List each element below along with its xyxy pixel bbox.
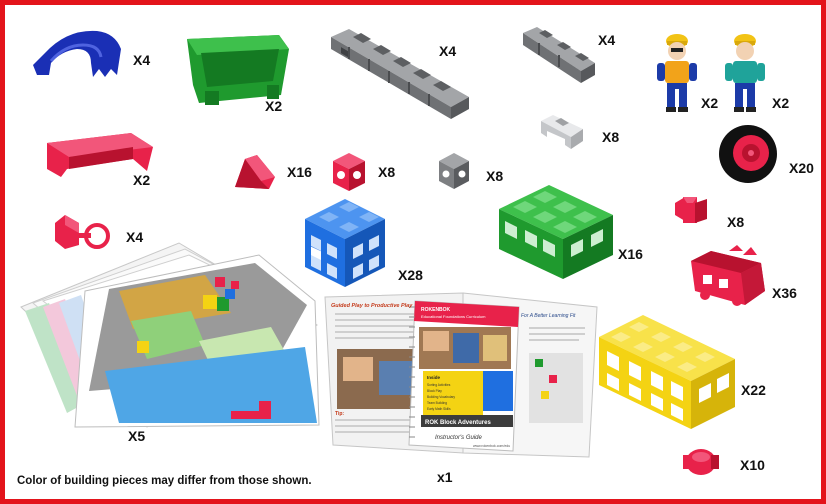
green-bin-piece: [187, 35, 289, 105]
qty-label: X16: [287, 164, 312, 180]
guide-cover-box-title: Inside: [427, 375, 441, 380]
qty-label: X8: [602, 129, 620, 145]
qty-label: X2: [701, 95, 719, 111]
guide-tip-label: Tip:: [335, 411, 344, 417]
gray-small-cube-piece: [439, 153, 469, 189]
qty-label: X2: [265, 98, 283, 114]
qty-label: X28: [398, 267, 423, 283]
qty-label: X8: [727, 214, 745, 230]
guide-right-heading: For A Better Learning Fit: [521, 313, 576, 319]
qty-label: X4: [133, 52, 151, 68]
gray-medium-beam-piece: [523, 27, 595, 83]
green-2x3-block-piece: [499, 185, 613, 279]
white-bridge-piece: [541, 115, 583, 149]
guide-cover-box-item: Building Vocabulary: [427, 395, 455, 399]
guide-cover-box-item: Team Building: [427, 401, 447, 405]
blue-arch-piece: [33, 30, 121, 77]
red-connector-piece: [675, 197, 707, 223]
qty-label: X5: [128, 428, 146, 444]
qty-label: X4: [598, 32, 616, 48]
guide-cover-label: Instructor's Guide: [435, 435, 482, 441]
red-round-connector-piece: [683, 449, 719, 475]
guide-cover-title: ROK Block Adventures: [425, 420, 491, 426]
gray-long-beam-piece: [331, 29, 469, 119]
guide-cover-box-item: Sorting Activities: [427, 383, 451, 387]
red-small-cube-piece: [333, 153, 365, 191]
qty-label: X36: [772, 285, 797, 301]
qty-label: X22: [741, 382, 766, 398]
yellow-2x4-block-piece: [599, 315, 735, 429]
qty-label: X8: [378, 164, 396, 180]
guide-cover-url: www.rokenbok.com/edu: [473, 444, 510, 448]
guide-left-heading: Guided Play to Productive Play: [331, 303, 413, 309]
guide-cover-box-item: Block Play: [427, 389, 442, 393]
qty-label: X20: [789, 160, 814, 176]
red-wedge-piece: [235, 155, 275, 189]
qty-label: x1: [437, 469, 453, 485]
product-contents-panel: X4 X2 X4 X4 X2 X2 X2 X8 X16 X8 X8 X20 X4…: [0, 0, 826, 504]
caption-note: Color of building pieces may differ from…: [17, 475, 312, 487]
instructors-guide: Guided Play to Productive Play For A Bet…: [324, 292, 598, 458]
qty-label: X10: [740, 457, 765, 473]
qty-label: X2: [133, 172, 151, 188]
activity-cards: [20, 242, 320, 428]
red-basket-piece: [691, 245, 765, 306]
wheel-piece: [719, 125, 777, 183]
worker-figure-teal: [725, 34, 765, 112]
qty-label: X4: [439, 43, 457, 59]
guide-cover-box-item: Early Math Skills: [427, 407, 451, 411]
qty-label: X2: [772, 95, 790, 111]
guide-cover-subtitle: Educational Foundations Curriculum: [421, 314, 486, 319]
qty-label: X16: [618, 246, 643, 262]
guide-cover-brand: ROKENBOK: [421, 307, 451, 313]
worker-figure-orange: [657, 34, 697, 112]
